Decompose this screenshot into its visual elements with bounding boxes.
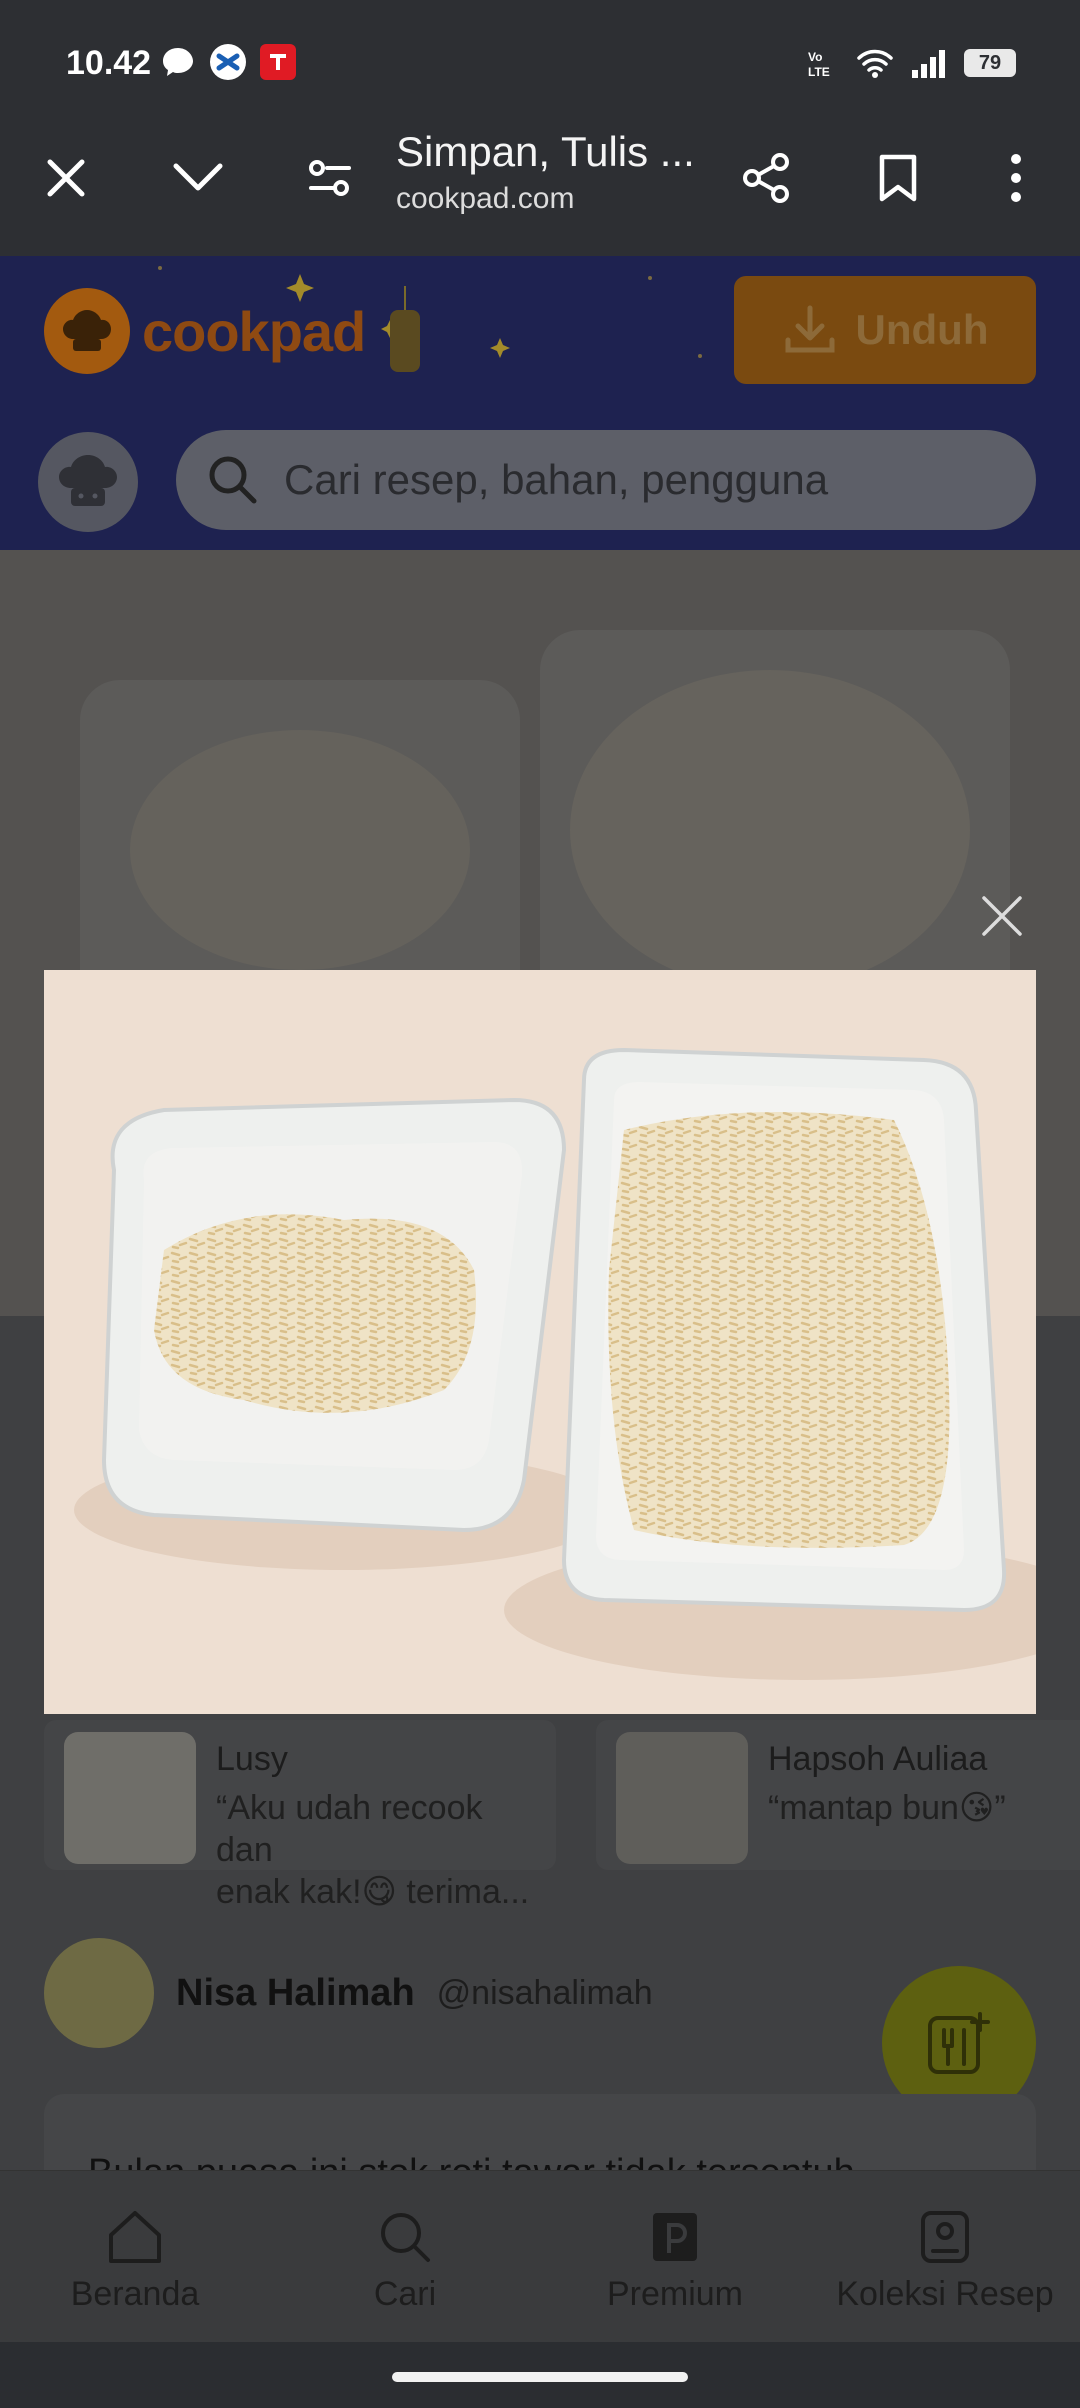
nav-label: Cari [373,2275,437,2313]
more-vert-icon [1011,154,1021,202]
enlarged-recipe-photo [44,970,1036,1714]
tune-icon [309,160,351,196]
browser-toolbar: Simpan, Tulis ... cookpad.com [0,110,1080,256]
search-icon [209,456,257,504]
nav-label: Beranda [70,2275,200,2313]
author-handle: @nisahalimah [436,1973,653,2012]
nav-premium[interactable]: Premium [540,2209,810,2314]
more-options-button[interactable] [976,138,1056,218]
nav-label: Premium [606,2275,744,2313]
share-icon [743,153,789,203]
svg-text:Vo: Vo [808,50,822,64]
bookmark-icon [879,154,917,202]
system-icons: Vo LTE 79 [806,46,1016,80]
close-image-viewer-button[interactable] [966,880,1038,952]
chevron-down-icon [173,163,223,191]
minimize-button[interactable] [158,138,238,218]
nav-label: Koleksi Resep [836,2275,1054,2313]
comment-card[interactable]: Hapsoh Auliaa “mantap bun😘” [596,1720,1080,1870]
chef-hat-logo-icon [44,288,130,374]
telkomsel-app-icon [260,44,296,80]
notification-icons [160,44,296,80]
screen: 10.42 Vo LTE 79 Simpan, Tulis ... cookpad… [0,0,1080,2408]
collection-icon [921,2211,969,2263]
wifi-icon [857,49,893,78]
xl-app-icon [210,44,246,80]
page-domain: cookpad.com [396,182,575,215]
svg-text:LTE: LTE [808,65,830,79]
bottom-navigation: Beranda Cari Premium Koleksi Resep [0,2170,1080,2342]
cookpad-logo[interactable]: cookpad [44,288,366,374]
user-avatar-button[interactable] [38,432,138,532]
chat-bubble-icon [163,48,193,76]
battery-indicator: 79 [964,49,1016,77]
download-label: Unduh [855,306,989,353]
home-icon [109,2211,161,2263]
recipe-photo-illustration [74,1047,1036,1680]
download-app-button[interactable]: Unduh [734,276,1036,384]
comment-author: Lusy [216,1740,288,1778]
comment-text-line: enak kak!😋 terima... [216,1873,530,1911]
search-placeholder: Cari resep, bahan, pengguna [284,456,829,503]
author-avatar [44,1938,154,2048]
page-title-block[interactable]: Simpan, Tulis ... cookpad.com [396,128,716,216]
nav-cari[interactable]: Cari [270,2209,540,2314]
download-icon [785,305,835,353]
home-gesture-handle[interactable] [392,2372,688,2382]
page-title: Simpan, Tulis ... [396,128,695,175]
recook-comments: Lusy “Aku udah recook dan enak kak!😋 ter… [44,1720,1080,1911]
nav-beranda[interactable]: Beranda [0,2209,270,2314]
cookpad-wordmark: cookpad [142,299,366,363]
status-time: 10.42 [66,44,152,82]
author-name: Nisa Halimah [176,1971,415,2014]
comment-photo [616,1732,748,1864]
cookpad-header: cookpad Unduh Cari resep, bahan, penggun… [0,256,1080,550]
close-tab-button[interactable] [26,138,106,218]
comment-card[interactable]: Lusy “Aku udah recook dan enak kak!😋 ter… [44,1720,556,1911]
premium-icon [653,2213,697,2261]
share-button[interactable] [726,138,806,218]
nav-koleksi-resep[interactable]: Koleksi Resep [810,2209,1080,2314]
close-icon [47,159,85,197]
add-recipe-icon [928,2012,990,2074]
signal-icon [912,50,945,78]
search-icon [381,2213,430,2262]
comment-text-line: “Aku udah recook dan [216,1789,483,1869]
volte-icon: VoLTE [808,50,830,79]
comment-photo [64,1732,196,1864]
search-bar[interactable]: Cari resep, bahan, pengguna [176,430,1036,530]
close-icon [982,896,1022,936]
bookmark-button[interactable] [858,138,938,218]
comment-author: Hapsoh Auliaa [768,1740,988,1778]
comment-text-line: “mantap bun😘” [768,1789,1006,1827]
status-bar: 10.42 Vo LTE 79 [0,0,1080,110]
chef-avatar-icon [59,455,117,506]
site-settings-button[interactable] [290,138,370,218]
